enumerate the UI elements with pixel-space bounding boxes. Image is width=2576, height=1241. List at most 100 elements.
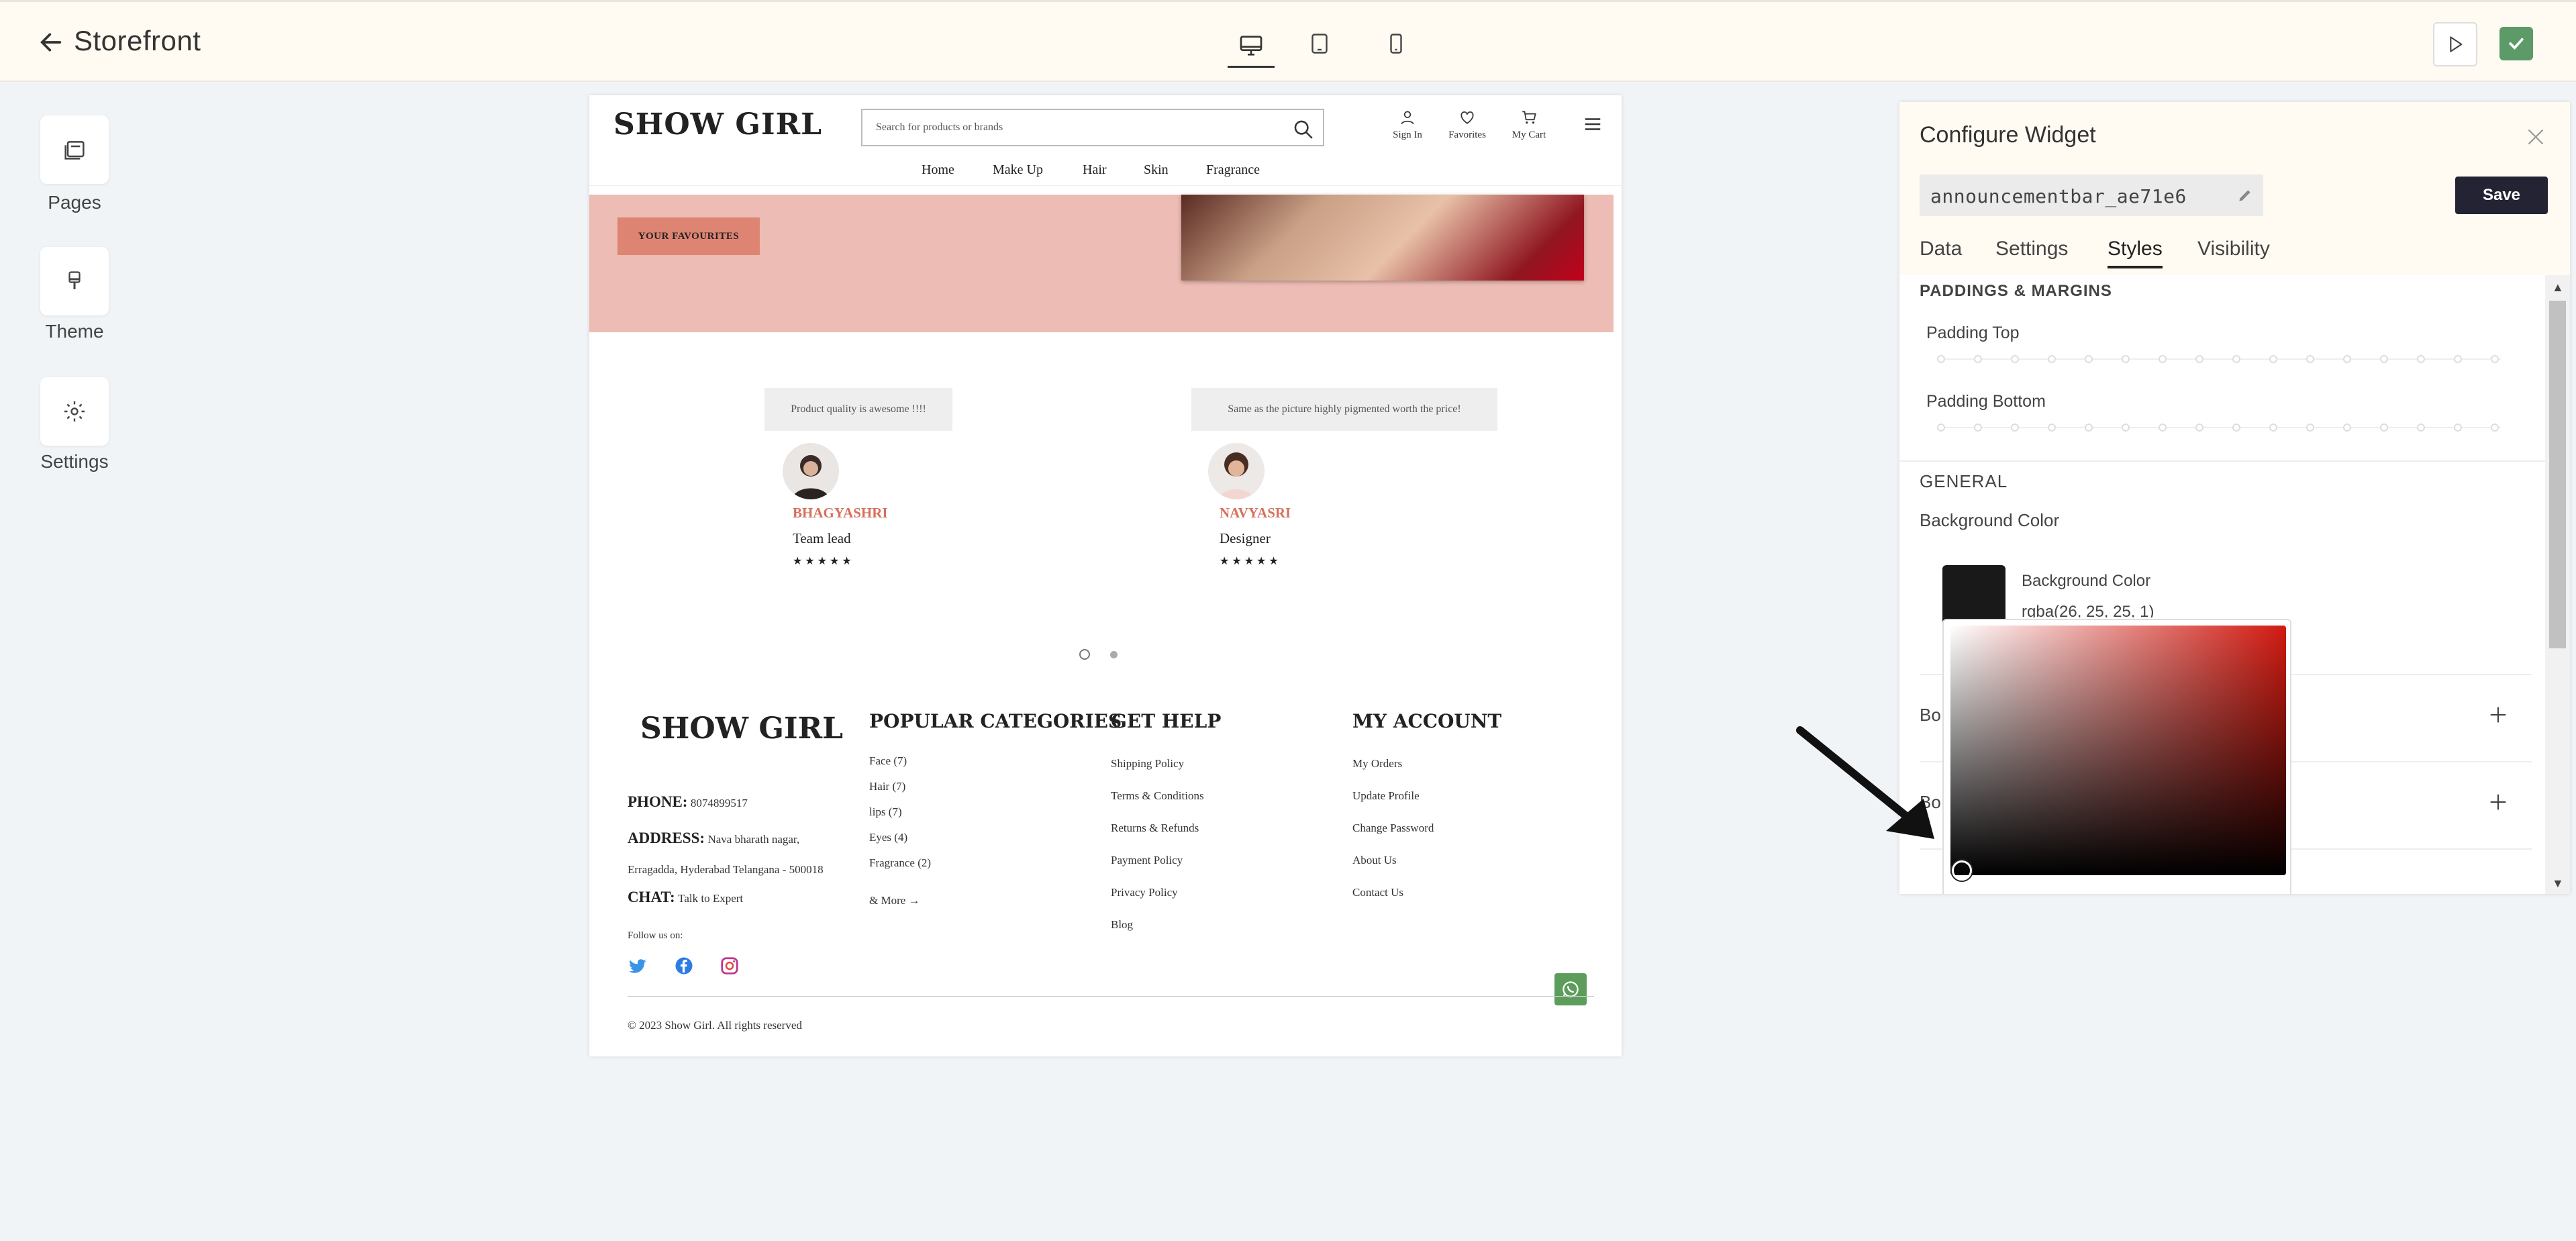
help-link[interactable]: Returns & Refunds <box>1111 822 1199 835</box>
slider-step[interactable] <box>2269 424 2277 432</box>
tablet-view-button[interactable] <box>1301 25 1338 62</box>
padding-top-slider[interactable] <box>1937 353 2501 365</box>
help-link[interactable]: Terms & Conditions <box>1111 789 1204 803</box>
slider-step[interactable] <box>1974 424 1982 432</box>
more-categories-link[interactable]: & More → <box>869 894 920 907</box>
scroll-down-arrow-icon[interactable]: ▼ <box>2552 877 2564 891</box>
slider-step[interactable] <box>2269 355 2277 363</box>
slider-step[interactable] <box>2454 355 2462 363</box>
slider-step[interactable] <box>2085 424 2093 432</box>
pencil-icon[interactable] <box>2236 187 2254 204</box>
slider-step[interactable] <box>2232 424 2240 432</box>
account-link[interactable]: About Us <box>1352 854 1397 867</box>
search-icon[interactable] <box>1292 118 1315 141</box>
save-button[interactable]: Save <box>2455 177 2548 214</box>
help-link[interactable]: Payment Policy <box>1111 854 1183 867</box>
favorites-button[interactable]: Favorites <box>1440 109 1494 141</box>
account-link[interactable]: Change Password <box>1352 822 1434 835</box>
slider-step[interactable] <box>2417 424 2425 432</box>
account-link[interactable]: My Orders <box>1352 757 1402 771</box>
slider-step[interactable] <box>2122 355 2130 363</box>
desktop-icon <box>1240 35 1262 56</box>
slider-step[interactable] <box>1937 355 1945 363</box>
slider-step[interactable] <box>2122 424 2130 432</box>
slider-step[interactable] <box>2159 424 2167 432</box>
nav-fragrance[interactable]: Fragrance <box>1206 162 1260 178</box>
slider-step[interactable] <box>2195 424 2203 432</box>
slider-step[interactable] <box>2454 424 2462 432</box>
scroll-up-arrow-icon[interactable]: ▲ <box>2552 281 2564 295</box>
category-link[interactable]: Fragrance (2) <box>869 856 931 870</box>
slider-step[interactable] <box>2491 355 2499 363</box>
slider-step[interactable] <box>1974 355 1982 363</box>
help-link[interactable]: Shipping Policy <box>1111 757 1184 771</box>
tab-settings[interactable]: Settings <box>1995 238 2068 260</box>
store-logo[interactable]: SHOW GIRL <box>613 107 822 142</box>
nav-make-up[interactable]: Make Up <box>993 162 1043 178</box>
widget-name-field[interactable]: announcementbar_ae71e6 <box>1920 175 2263 216</box>
category-link[interactable]: Face (7) <box>869 754 907 768</box>
rail-settings-button[interactable] <box>40 377 109 446</box>
tab-data[interactable]: Data <box>1920 238 1962 260</box>
account-link[interactable]: Contact Us <box>1352 886 1403 899</box>
sign-in-button[interactable]: Sign In <box>1381 109 1434 141</box>
cart-button[interactable]: My Cart <box>1502 109 1556 141</box>
slider-step[interactable] <box>2011 355 2019 363</box>
mobile-view-button[interactable] <box>1377 25 1415 62</box>
rail-pages-button[interactable] <box>40 115 109 184</box>
configure-widget-panel: Configure Widget announcementbar_ae71e6 … <box>1899 102 2570 894</box>
whatsapp-button[interactable] <box>1554 973 1587 1005</box>
panel-scrollbar[interactable]: ▲ ▼ <box>2545 275 2570 894</box>
chat-value[interactable]: Talk to Expert <box>678 892 743 905</box>
back-arrow-icon[interactable] <box>38 29 64 56</box>
desktop-view-button[interactable] <box>1228 25 1275 68</box>
nav-hair[interactable]: Hair <box>1083 162 1107 178</box>
twitter-icon[interactable] <box>628 956 648 976</box>
category-link[interactable]: Hair (7) <box>869 780 905 793</box>
slider-step[interactable] <box>2159 355 2167 363</box>
close-icon[interactable] <box>2524 125 2548 149</box>
slider-step[interactable] <box>2195 355 2203 363</box>
account-link[interactable]: Update Profile <box>1352 789 1420 803</box>
nav-home[interactable]: Home <box>922 162 954 178</box>
slider-step[interactable] <box>2380 424 2388 432</box>
preview-play-button[interactable] <box>2433 22 2477 66</box>
footer-logo[interactable]: SHOW GIRL <box>640 711 843 746</box>
slider-step[interactable] <box>2011 424 2019 432</box>
slider-step[interactable] <box>2417 355 2425 363</box>
slider-step[interactable] <box>2380 355 2388 363</box>
slider-step[interactable] <box>2232 355 2240 363</box>
scroll-thumb[interactable] <box>2549 301 2566 648</box>
slider-step[interactable] <box>2085 355 2093 363</box>
slider-step[interactable] <box>2343 355 2351 363</box>
category-link[interactable]: lips (7) <box>869 805 902 819</box>
slider-step[interactable] <box>2048 355 2056 363</box>
rail-theme-button[interactable] <box>40 247 109 315</box>
slider-step[interactable] <box>1937 424 1945 432</box>
plus-icon[interactable] <box>2487 703 2510 726</box>
publish-check-button[interactable] <box>2499 27 2533 60</box>
carousel-dot-active[interactable] <box>1079 649 1090 660</box>
category-link[interactable]: Eyes (4) <box>869 831 907 844</box>
slider-step[interactable] <box>2343 424 2351 432</box>
slider-step[interactable] <box>2048 424 2056 432</box>
store-search-input[interactable]: Search for products or brands <box>861 109 1324 146</box>
help-link[interactable]: Privacy Policy <box>1111 886 1178 899</box>
saturation-value-area[interactable] <box>1950 626 2286 875</box>
slider-step[interactable] <box>2306 355 2314 363</box>
slider-step[interactable] <box>2306 424 2314 432</box>
slider-step[interactable] <box>2491 424 2499 432</box>
carousel-dot[interactable] <box>1110 651 1118 658</box>
tab-styles[interactable]: Styles <box>2108 238 2163 268</box>
nav-skin[interactable]: Skin <box>1144 162 1169 178</box>
your-favourites-button[interactable]: YOUR FAVOURITES <box>617 217 760 255</box>
tab-visibility[interactable]: Visibility <box>2197 238 2270 260</box>
color-picker-handle[interactable] <box>1952 860 1972 881</box>
padding-bottom-slider[interactable] <box>1937 421 2501 434</box>
arrow-right-icon: → <box>908 894 920 907</box>
help-link[interactable]: Blog <box>1111 918 1133 932</box>
facebook-icon[interactable] <box>674 956 694 976</box>
menu-icon[interactable] <box>1583 114 1603 134</box>
instagram-icon[interactable] <box>720 956 740 976</box>
plus-icon[interactable] <box>2487 791 2510 813</box>
